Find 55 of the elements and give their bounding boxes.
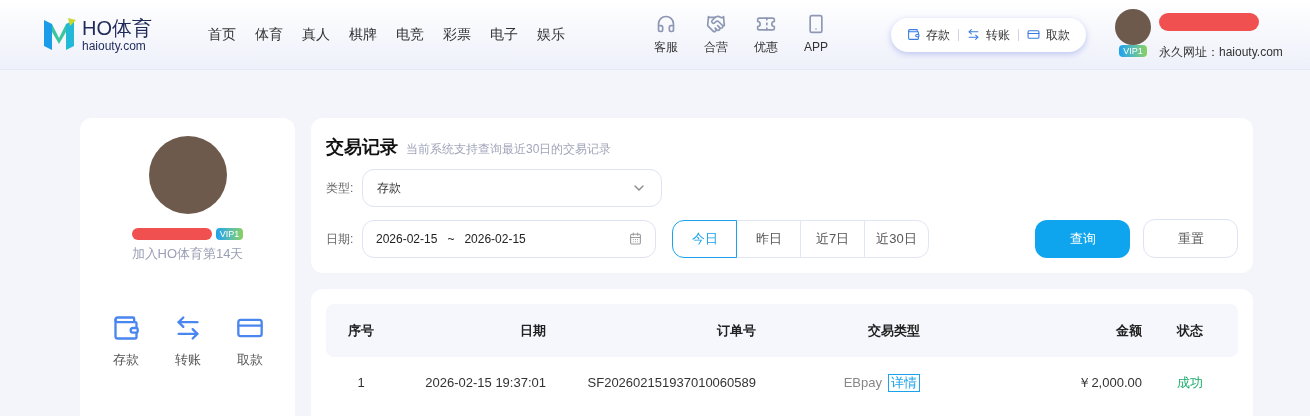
column-header: 订单号 [716,321,756,340]
date-range-field[interactable]: 2026-02-15 ~ 2026-02-15 [362,219,656,258]
nav-link[interactable]: 电子 [490,24,518,45]
wallet-button[interactable]: 转账 [967,25,1010,44]
service-button[interactable]: 优惠 [751,13,781,56]
wallet-icon [111,313,140,342]
nav-link[interactable]: 真人 [302,24,330,45]
joined-days: 加入HO体育第14天 [131,244,244,264]
service-button[interactable]: 客服 [651,13,681,56]
headset-icon [656,13,676,34]
table-cell-text: 2026-02-15 19:37:01 [424,374,546,393]
range-tab[interactable]: 近7日 [800,219,865,258]
nav-link[interactable]: 电竞 [396,24,424,45]
wallet-button[interactable]: 取款 [1027,25,1070,44]
logo-domain: haiouty.com [82,39,147,52]
profile-action[interactable]: 取款 [230,313,269,369]
table-cell-text: SF202602151937010060589 [586,374,756,393]
status-text: 成功 [1176,374,1204,393]
service-button[interactable]: APP [801,13,831,56]
handshake-icon [706,13,726,34]
calendar-icon [629,232,642,245]
wallet-button[interactable]: 存款 [907,25,950,44]
panel-subtitle: 当前系统支持查询最近30日的交易记录 [406,141,612,158]
table-cell-text: ￥2,000.00 [1077,374,1142,393]
nav-link[interactable]: 首页 [208,24,236,45]
field-label: 类型: [326,180,355,197]
profile-action[interactable]: 转账 [168,313,207,369]
vip-badge: VIP1 [215,228,244,240]
type-select[interactable]: 存款 [362,169,662,207]
service-button[interactable]: 合营 [701,13,731,56]
permanent-url: 永久网址：haiouty.com [1159,43,1283,61]
nav-link[interactable]: 体育 [255,24,283,45]
field-label: 日期: [326,230,355,248]
panel-title: 交易记录 [326,136,398,159]
column-header: 交易类型 [867,321,920,340]
phone-icon [806,13,826,34]
arrows-icon [967,28,980,41]
range-tab[interactable]: 近30日 [864,219,929,258]
column-header: 金额 [1115,321,1142,340]
nav-link[interactable]: 娱乐 [537,24,565,45]
column-header: 序号 [347,321,375,340]
card-icon [1027,28,1040,41]
reset-button[interactable]: 重置 [1143,219,1238,258]
payment-method: EBpay [843,374,882,393]
column-header: 状态 [1175,321,1204,340]
range-tab[interactable]: 昨日 [736,219,801,258]
logo-name: HO体育 [82,17,152,38]
avatar-photo[interactable] [1115,8,1151,45]
column-header: 日期 [519,321,546,340]
nav-link[interactable]: 棋牌 [349,24,377,45]
table-cell-text: 1 [356,374,366,393]
profile-action[interactable]: 存款 [106,313,145,369]
wallet-icon [907,28,920,41]
vip-badge: VIP1 [1119,44,1147,57]
nav-link[interactable]: 彩票 [443,24,471,45]
